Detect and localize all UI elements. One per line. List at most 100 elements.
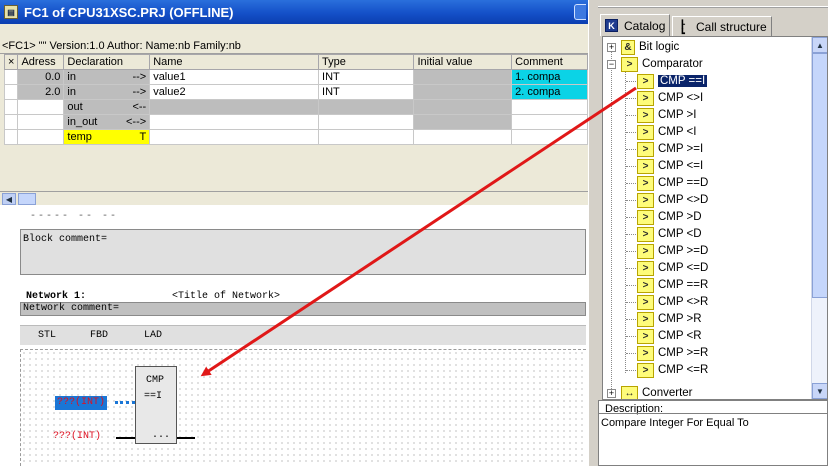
tree-item-bit-logic[interactable]: & Bit logic bbox=[621, 39, 679, 55]
tree-item-cmp[interactable]: > CMP ==R bbox=[637, 277, 708, 293]
col-header-name[interactable]: Name bbox=[149, 54, 320, 70]
network-comment-bar[interactable]: Network comment= bbox=[20, 302, 586, 316]
name-cell[interactable] bbox=[149, 129, 320, 145]
declaration-cell: in --> bbox=[63, 84, 151, 100]
tree-item-cmp[interactable]: > CMP >R bbox=[637, 311, 702, 327]
tree-item-cmp[interactable]: > CMP <D bbox=[637, 226, 702, 242]
tree-item-cmp[interactable]: > CMP <>R bbox=[637, 294, 708, 310]
comment-cell[interactable] bbox=[511, 99, 588, 115]
expand-icon[interactable]: + bbox=[607, 43, 616, 52]
tree-vertical-scrollbar[interactable]: ▲ ▼ bbox=[811, 37, 827, 399]
tree-connector bbox=[626, 336, 636, 337]
col-header-comment[interactable]: Comment bbox=[511, 54, 588, 70]
tree-connector bbox=[626, 268, 636, 269]
expand-icon[interactable]: + bbox=[607, 389, 616, 398]
table-row[interactable]: 0.0 in --> value1 INT 1. compa bbox=[3, 69, 588, 85]
col-header-declaration[interactable]: Declaration bbox=[63, 54, 151, 70]
tree-connector bbox=[626, 217, 636, 218]
tree-item-cmp[interactable]: > CMP <>I bbox=[637, 90, 703, 106]
tree-item-cmp[interactable]: > CMP >=R bbox=[637, 345, 708, 361]
tree-connector bbox=[626, 251, 636, 252]
tree-item-cmp[interactable]: > CMP <R bbox=[637, 328, 702, 344]
tree-item-cmp[interactable]: > CMP >=I bbox=[637, 141, 703, 157]
tree-item-cmp[interactable]: > CMP ==I bbox=[637, 73, 708, 89]
scroll-left-icon[interactable]: ◀ bbox=[2, 193, 16, 205]
tab-stl[interactable]: STL bbox=[38, 330, 56, 341]
scroll-thumb[interactable] bbox=[812, 53, 827, 298]
input-operand-1[interactable]: ???(INT) bbox=[55, 396, 108, 410]
initial-value-cell[interactable] bbox=[413, 69, 513, 85]
initial-value-cell[interactable] bbox=[413, 99, 513, 115]
name-cell[interactable]: value1 bbox=[149, 69, 320, 85]
decl-kind: out bbox=[67, 101, 83, 113]
initial-value-cell[interactable] bbox=[413, 129, 513, 145]
comparator-icon: > bbox=[637, 345, 654, 361]
tree-item-cmp[interactable]: > CMP <=D bbox=[637, 260, 708, 276]
tree-item-cmp[interactable]: > CMP <=I bbox=[637, 158, 703, 174]
scroll-up-icon[interactable]: ▲ bbox=[812, 37, 827, 53]
tree-item-cmp[interactable]: > CMP >D bbox=[637, 209, 702, 225]
comparator-icon: > bbox=[637, 260, 654, 276]
name-cell[interactable] bbox=[149, 114, 320, 130]
comparator-icon: > bbox=[637, 226, 654, 242]
comment-cell[interactable] bbox=[511, 114, 588, 130]
initial-value-cell[interactable] bbox=[413, 84, 513, 100]
tree-item-converter[interactable]: ↔ Converter bbox=[621, 385, 693, 399]
tree-item-comparator[interactable]: > Comparator bbox=[621, 56, 703, 72]
tab-lad[interactable]: LAD bbox=[144, 330, 162, 341]
decl-header-row: × Adress Declaration Name Type Initial v… bbox=[3, 54, 588, 70]
window-control-button[interactable] bbox=[574, 4, 586, 20]
tree-item-cmp[interactable]: > CMP >I bbox=[637, 107, 696, 123]
tree-item-cmp[interactable]: > CMP ==D bbox=[637, 175, 708, 191]
type-cell[interactable] bbox=[318, 129, 415, 145]
initial-value-cell[interactable] bbox=[413, 114, 513, 130]
tab-catalog[interactable]: K Catalog bbox=[600, 14, 671, 36]
table-row[interactable]: out <-- bbox=[3, 99, 588, 115]
network-title[interactable]: <Title of Network> bbox=[172, 291, 280, 302]
table-row[interactable]: 2.0 in --> value2 INT 2. compa bbox=[3, 84, 588, 100]
decl-kind: in bbox=[67, 71, 76, 83]
catalog-tree[interactable]: + & Bit logic − > Comparator > CMP ==I > CM… bbox=[602, 36, 828, 400]
type-cell[interactable] bbox=[318, 99, 415, 115]
name-cell[interactable] bbox=[149, 99, 320, 115]
comment-cell[interactable]: 1. compa bbox=[511, 69, 588, 85]
panel-splitter[interactable] bbox=[588, 0, 598, 466]
comment-cell[interactable] bbox=[511, 129, 588, 145]
tab-call-structure[interactable]: ┠ ┗ Call structure bbox=[672, 16, 772, 38]
tree-connector bbox=[626, 353, 636, 354]
code-editor[interactable]: ----- -- -- Block comment= Network 1: <T… bbox=[0, 205, 588, 466]
scroll-down-icon[interactable]: ▼ bbox=[812, 383, 827, 399]
tree-connector bbox=[626, 115, 636, 116]
comment-cell[interactable]: 2. compa bbox=[511, 84, 588, 100]
comparator-icon: > bbox=[637, 73, 654, 89]
tree-item-label: CMP <I bbox=[658, 126, 697, 138]
input-connector-2 bbox=[116, 437, 135, 439]
declaration-cell: temp T bbox=[63, 129, 151, 145]
table-row[interactable]: in_out <--> bbox=[3, 114, 588, 130]
block-comment-box[interactable]: Block comment= bbox=[20, 229, 586, 275]
table-row[interactable]: temp T bbox=[3, 129, 588, 145]
type-cell[interactable]: INT bbox=[318, 84, 415, 100]
cmp-block[interactable]: CMP ==I ... bbox=[135, 366, 177, 444]
tree-item-cmp[interactable]: > CMP <>D bbox=[637, 192, 708, 208]
decl-kind: in bbox=[67, 86, 76, 98]
collapse-icon[interactable]: − bbox=[607, 60, 616, 69]
tree-item-cmp[interactable]: > CMP <I bbox=[637, 124, 696, 140]
col-header-adress[interactable]: Adress bbox=[17, 54, 65, 70]
tree-item-label: CMP <>D bbox=[658, 194, 709, 206]
comparator-icon: > bbox=[637, 362, 654, 378]
tree-connector bbox=[626, 149, 636, 150]
name-cell[interactable]: value2 bbox=[149, 84, 320, 100]
col-header-type[interactable]: Type bbox=[318, 54, 415, 70]
horizontal-scrollbar[interactable]: ◀ bbox=[0, 191, 588, 205]
input-operand-2[interactable]: ???(INT) bbox=[53, 431, 101, 442]
type-cell[interactable] bbox=[318, 114, 415, 130]
tab-fbd[interactable]: FBD bbox=[90, 330, 108, 341]
tree-item-label: CMP <R bbox=[658, 330, 702, 342]
type-cell[interactable]: INT bbox=[318, 69, 415, 85]
tree-item-cmp[interactable]: > CMP <=R bbox=[637, 362, 708, 378]
tree-connector bbox=[626, 319, 636, 320]
scroll-thumb[interactable] bbox=[18, 193, 36, 205]
col-header-initial-value[interactable]: Initial value bbox=[413, 54, 513, 70]
tree-item-cmp[interactable]: > CMP >=D bbox=[637, 243, 708, 259]
